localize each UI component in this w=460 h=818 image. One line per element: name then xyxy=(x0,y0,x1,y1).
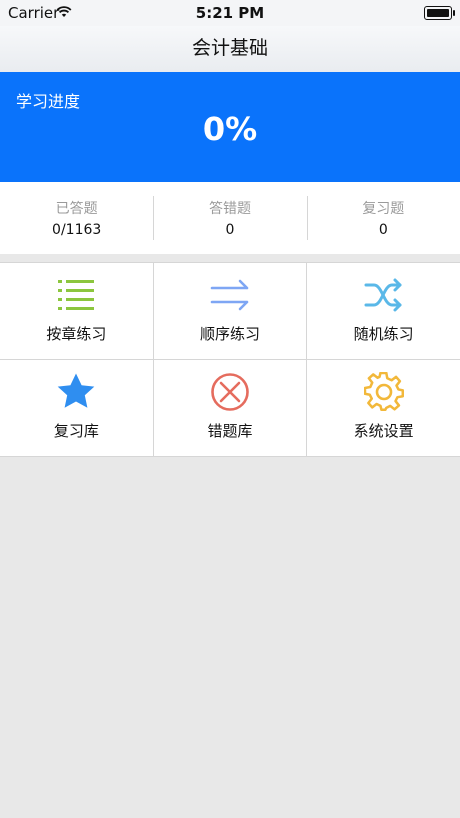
review-library-button[interactable]: 复习库 xyxy=(0,360,153,456)
tile-label: 按章练习 xyxy=(46,325,107,343)
tile-label: 随机练习 xyxy=(353,325,414,343)
shuffle-icon xyxy=(364,278,402,312)
stat-value: 0 xyxy=(225,222,235,238)
stats-row: 已答题 0/1163 答错题 0 复习题 0 xyxy=(0,182,460,254)
tile-label: 错题库 xyxy=(207,422,253,440)
chapter-practice-button[interactable]: 按章练习 xyxy=(0,263,153,359)
arrows-right-icon xyxy=(210,279,249,311)
stat-label: 答错题 xyxy=(208,201,251,217)
random-practice-button[interactable]: 随机练习 xyxy=(306,263,460,359)
battery-icon xyxy=(424,6,455,20)
menu-row: 按章练习 顺序练习 随机练习 xyxy=(0,263,460,360)
stat-wrong: 答错题 0 xyxy=(153,182,306,254)
menu-row: 复习库 错题库 系统设置 xyxy=(0,360,460,457)
stat-answered: 已答题 0/1163 xyxy=(0,182,153,254)
close-circle-icon xyxy=(211,373,249,411)
progress-label: 学习进度 xyxy=(16,92,81,111)
navigation-bar: 会计基础 xyxy=(0,26,460,72)
page-title: 会计基础 xyxy=(191,37,268,59)
list-icon xyxy=(58,280,95,310)
progress-banner: 学习进度 0% xyxy=(0,72,460,182)
tile-label: 系统设置 xyxy=(353,422,414,440)
status-time: 5:21 PM xyxy=(195,4,265,22)
stat-label: 复习题 xyxy=(362,201,405,217)
progress-value: 0% xyxy=(202,110,258,148)
gear-icon xyxy=(363,372,404,412)
tile-label: 复习库 xyxy=(53,422,99,440)
sequential-practice-button[interactable]: 顺序练习 xyxy=(152,263,307,359)
stat-value: 0/1163 xyxy=(52,222,102,238)
star-icon xyxy=(58,373,95,408)
wrong-questions-button[interactable]: 错题库 xyxy=(152,360,307,456)
stat-label: 已答题 xyxy=(55,201,98,217)
menu-grid: 按章练习 顺序练习 随机练习 复习库 错题库 系统设置 xyxy=(0,262,460,457)
tile-label: 顺序练习 xyxy=(200,325,261,343)
status-bar: Carrier 5:21 PM xyxy=(0,0,460,26)
stat-review: 复习题 0 xyxy=(306,182,460,254)
stat-value: 0 xyxy=(378,222,388,238)
system-settings-button[interactable]: 系统设置 xyxy=(306,360,460,456)
